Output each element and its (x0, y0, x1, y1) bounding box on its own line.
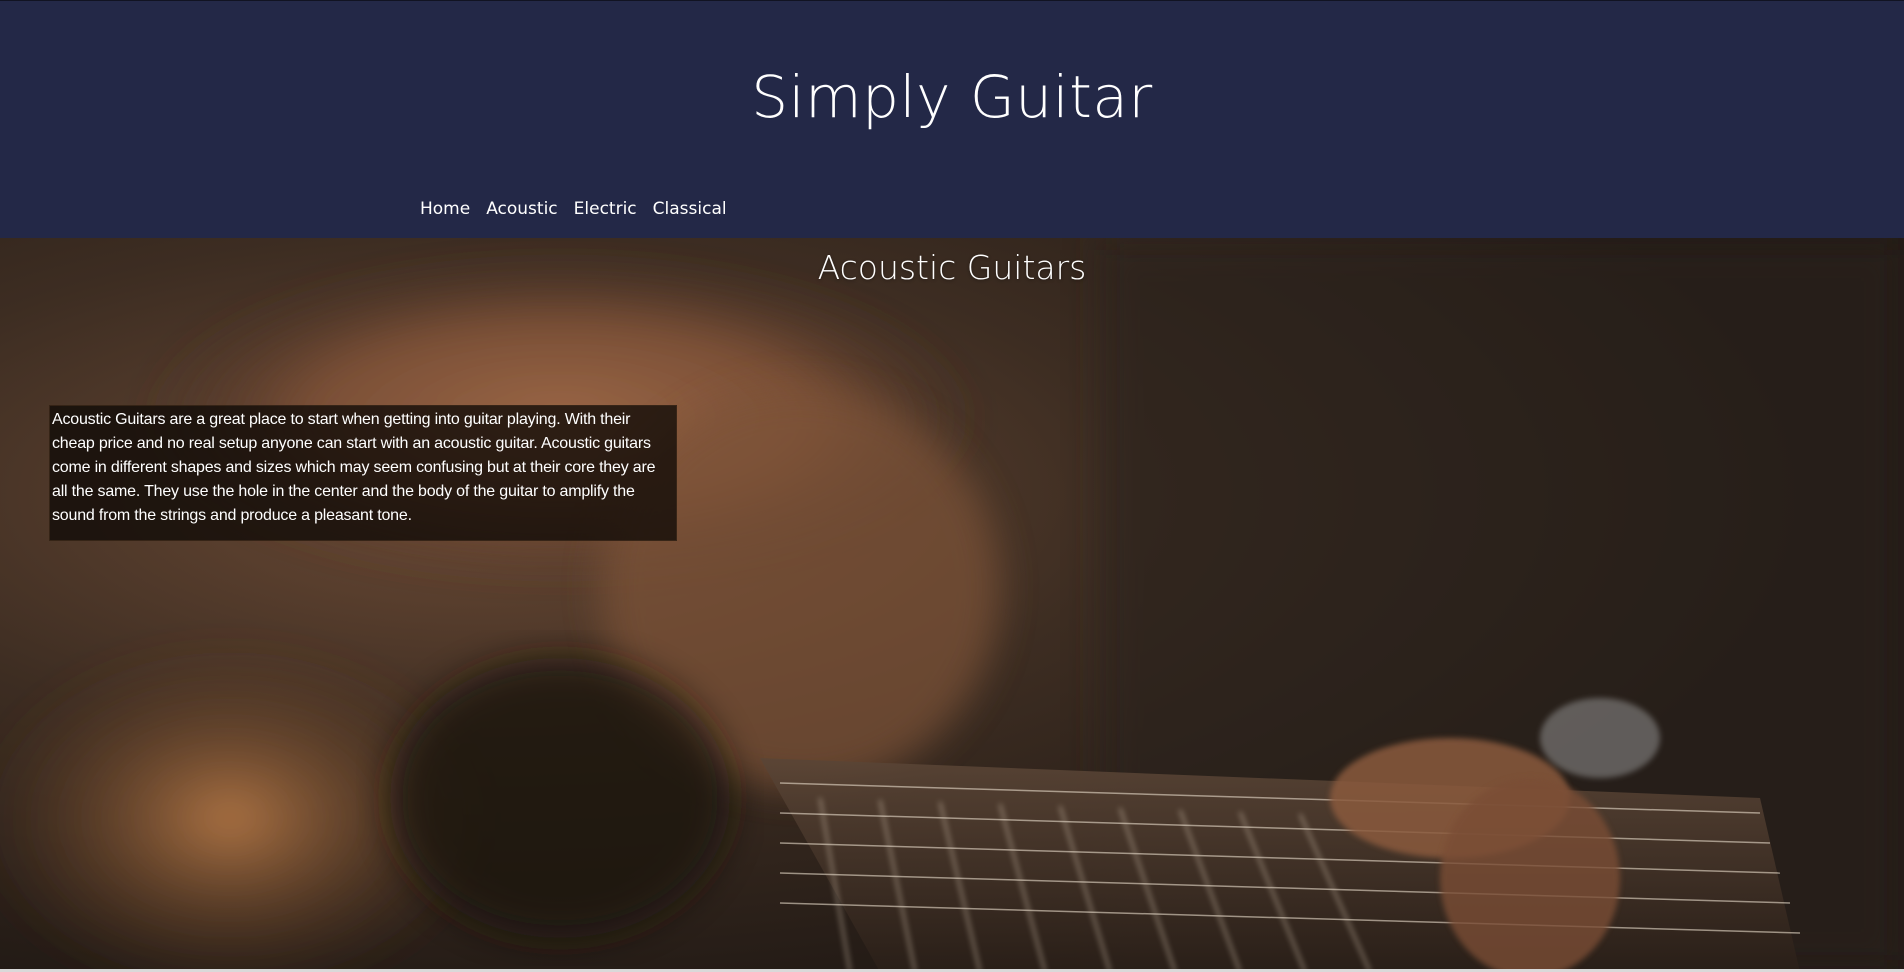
nav-link-home[interactable]: Home (420, 199, 470, 219)
section-heading: Acoustic Guitars (817, 248, 1087, 287)
nav-link-acoustic[interactable]: Acoustic (486, 199, 557, 219)
main-nav: Home Acoustic Electric Classical (420, 199, 743, 219)
hero-section: Acoustic Guitars Acoustic Guitars are a … (0, 238, 1904, 972)
acoustic-guitar-photo (0, 238, 1904, 972)
nav-link-electric[interactable]: Electric (574, 199, 637, 219)
page: Simply Guitar Home Acoustic Electric Cla… (0, 0, 1904, 972)
site-title: Simply Guitar (751, 63, 1153, 131)
nav-link-classical[interactable]: Classical (653, 199, 727, 219)
site-header: Simply Guitar Home Acoustic Electric Cla… (0, 0, 1904, 238)
description-text: Acoustic Guitars are a great place to st… (52, 411, 656, 524)
description-box: Acoustic Guitars are a great place to st… (49, 405, 677, 541)
